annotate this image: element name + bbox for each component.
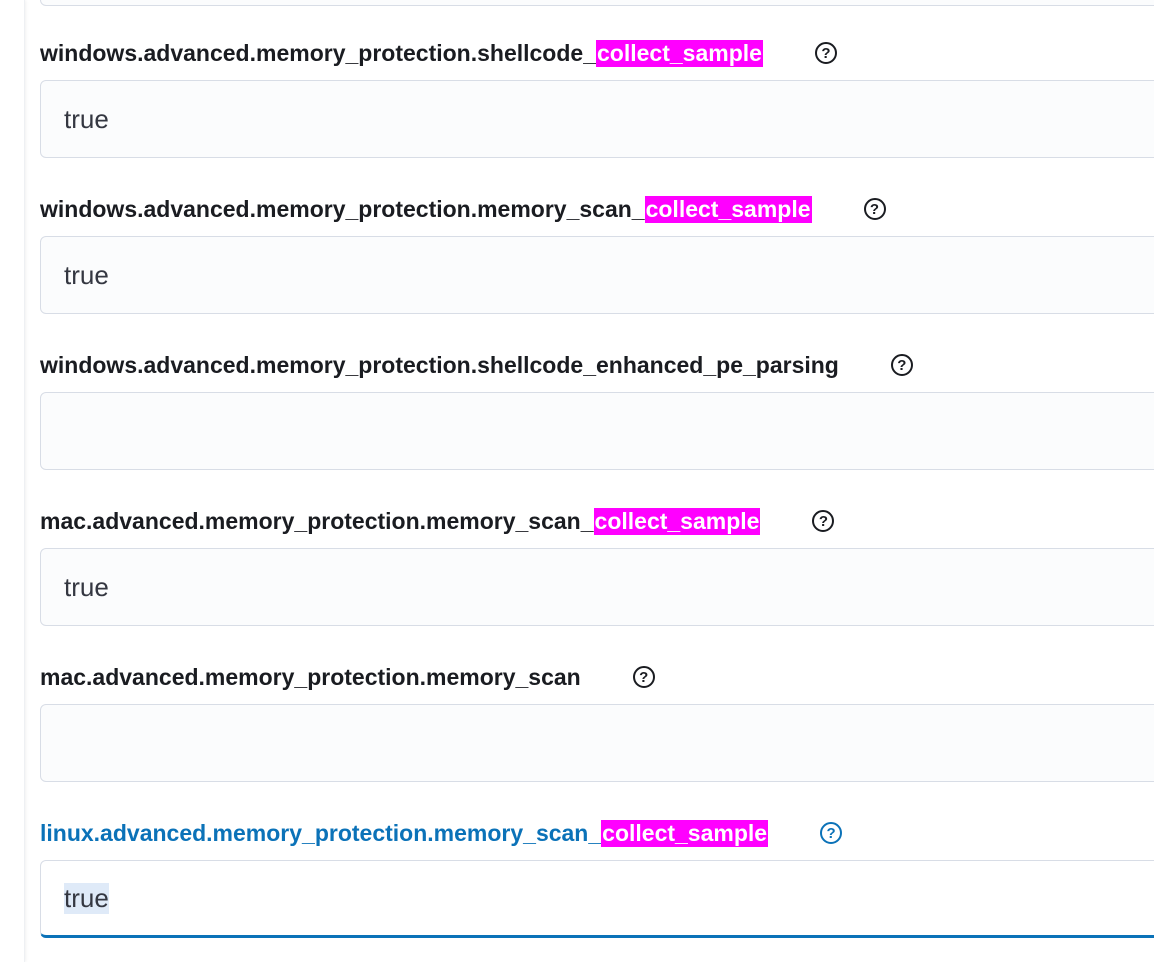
setting-value-field[interactable] <box>40 704 1154 782</box>
setting-label: windows.advanced.memory_protection.memor… <box>40 194 1154 224</box>
setting-value-field[interactable]: true <box>40 80 1154 158</box>
search-match-highlight: collect_sample <box>593 507 761 535</box>
help-icon[interactable]: ? <box>863 198 886 220</box>
setting-row-windows-memory-scan-collect-sample: windows.advanced.memory_protection.memor… <box>40 194 1154 314</box>
previous-setting-field[interactable] <box>40 0 1154 6</box>
setting-label-text: windows.advanced.memory_protection.shell… <box>40 39 596 66</box>
settings-page: windows.advanced.memory_protection.shell… <box>0 0 1154 962</box>
setting-label-text: linux.advanced.memory_protection.memory_… <box>40 819 602 846</box>
setting-label: linux.advanced.memory_protection.memory_… <box>40 818 1154 848</box>
setting-value-text: true <box>64 259 109 290</box>
setting-value-text: true <box>64 882 109 914</box>
setting-row-windows-shellcode-collect-sample: windows.advanced.memory_protection.shell… <box>40 38 1154 158</box>
search-match-highlight: collect_sample <box>596 39 763 67</box>
setting-value-text: true <box>64 103 109 134</box>
setting-value-field[interactable]: true <box>40 548 1154 626</box>
setting-row-windows-shellcode-enhanced-pe-parsing: windows.advanced.memory_protection.shell… <box>40 350 1154 470</box>
setting-label: mac.advanced.memory_protection.memory_sc… <box>40 662 1154 692</box>
search-match-highlight: collect_sample <box>601 819 769 847</box>
setting-label-text: windows.advanced.memory_protection.memor… <box>40 195 645 222</box>
setting-label-text: mac.advanced.memory_protection.memory_sc… <box>40 663 581 690</box>
setting-label-text: mac.advanced.memory_protection.memory_sc… <box>40 507 594 534</box>
help-icon[interactable]: ? <box>820 822 843 844</box>
setting-row-mac-memory-scan-collect-sample: mac.advanced.memory_protection.memory_sc… <box>40 506 1154 626</box>
setting-value-field-focused[interactable]: true <box>40 860 1154 938</box>
help-icon[interactable]: ? <box>812 510 835 532</box>
setting-label: mac.advanced.memory_protection.memory_sc… <box>40 506 1154 536</box>
help-icon[interactable]: ? <box>814 42 837 64</box>
setting-value-text: true <box>64 571 109 602</box>
search-match-highlight: collect_sample <box>644 195 812 223</box>
setting-value-field[interactable]: true <box>40 236 1154 314</box>
setting-label-text: windows.advanced.memory_protection.shell… <box>40 351 839 378</box>
setting-row-linux-memory-scan-collect-sample: linux.advanced.memory_protection.memory_… <box>40 818 1154 938</box>
setting-value-field[interactable] <box>40 392 1154 470</box>
setting-label: windows.advanced.memory_protection.shell… <box>40 38 1154 68</box>
setting-row-mac-memory-scan: mac.advanced.memory_protection.memory_sc… <box>40 662 1154 782</box>
left-panel-edge <box>0 0 25 962</box>
setting-label: windows.advanced.memory_protection.shell… <box>40 350 1154 380</box>
help-icon[interactable]: ? <box>890 354 913 376</box>
help-icon[interactable]: ? <box>632 666 655 688</box>
